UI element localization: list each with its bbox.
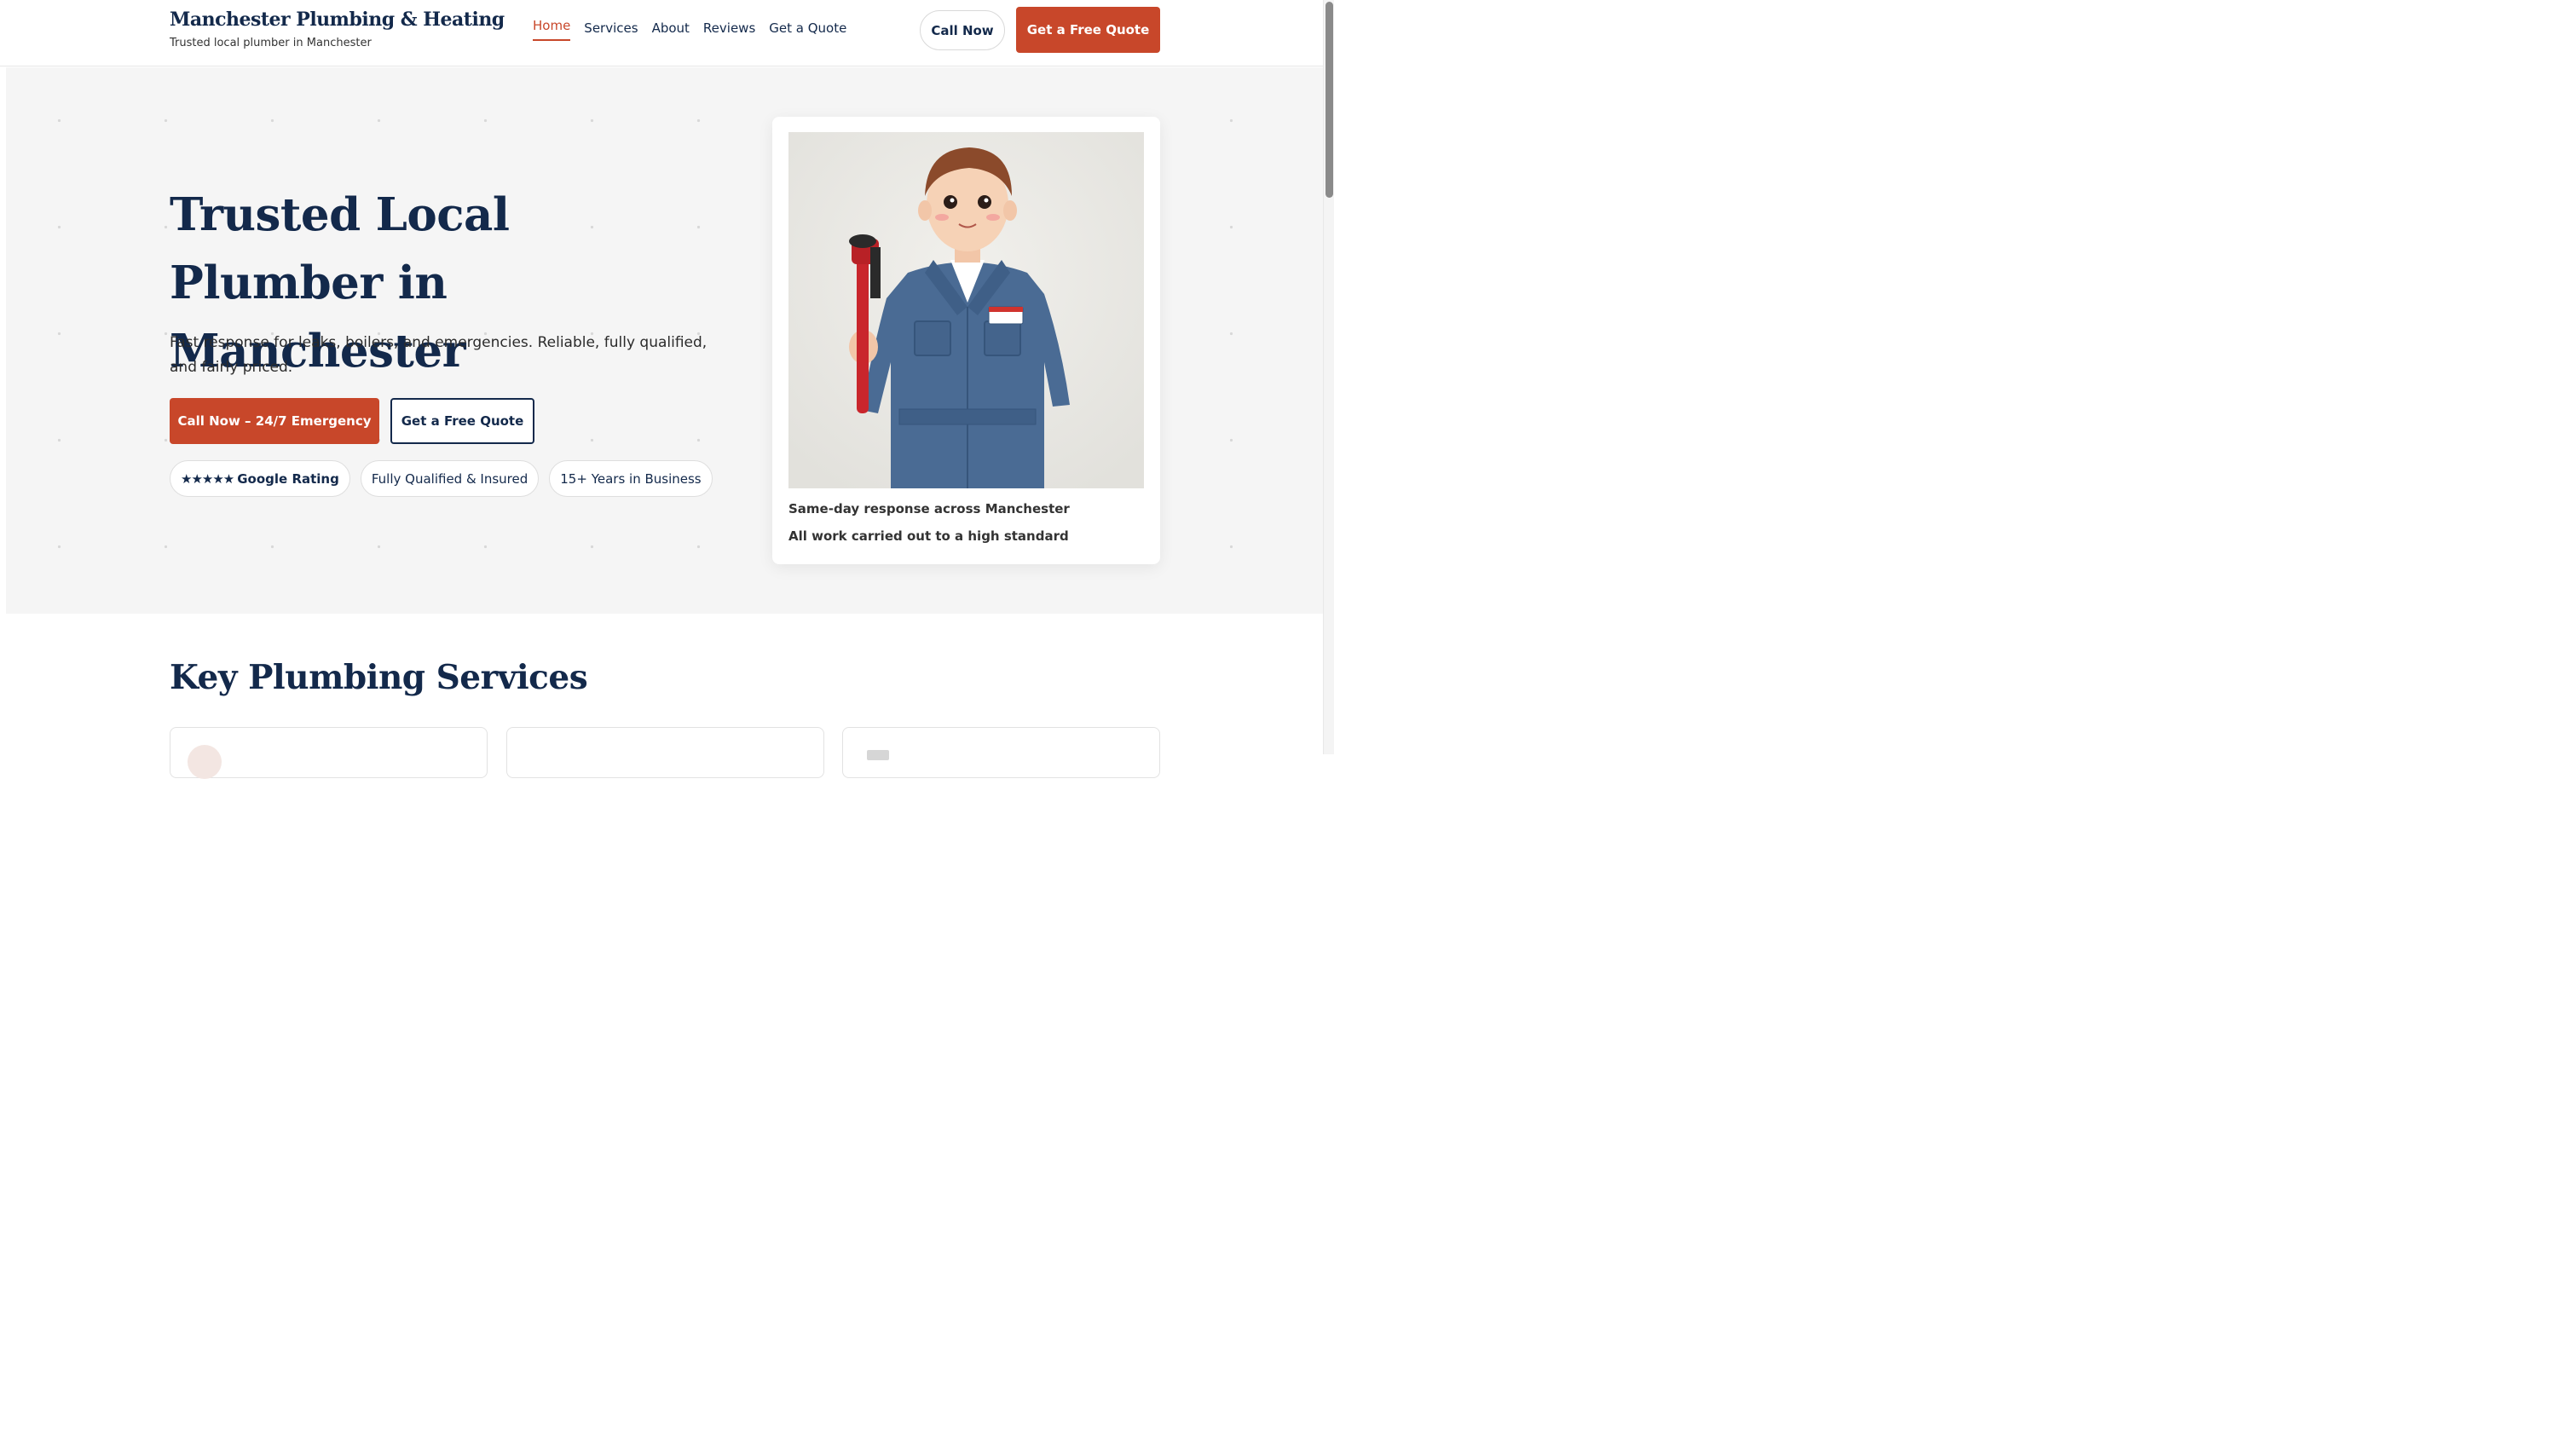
plumber-illustration bbox=[788, 132, 1144, 488]
service-card[interactable] bbox=[506, 727, 824, 778]
site-header: Manchester Plumbing & Heating Trusted lo… bbox=[0, 0, 1323, 66]
nav-get-a-quote[interactable]: Get a Quote bbox=[769, 20, 846, 41]
page-scrollbar[interactable] bbox=[1323, 0, 1334, 754]
scrollbar-thumb[interactable] bbox=[1326, 2, 1333, 198]
service-card[interactable] bbox=[842, 727, 1160, 778]
services-section-title: Key Plumbing Services bbox=[170, 658, 588, 697]
nav-about[interactable]: About bbox=[652, 20, 690, 41]
service-icon bbox=[188, 745, 222, 779]
service-icon bbox=[867, 750, 889, 760]
qualified-badge: Fully Qualified & Insured bbox=[360, 460, 540, 497]
card-caption-standard: All work carried out to a high standard bbox=[788, 528, 1069, 544]
google-rating-badge: ★★★★★ Google Rating bbox=[170, 460, 350, 497]
google-rating-label: Google Rating bbox=[237, 470, 339, 487]
nav-home[interactable]: Home bbox=[533, 18, 571, 41]
brand-name[interactable]: Manchester Plumbing & Heating bbox=[170, 9, 505, 31]
nav-reviews[interactable]: Reviews bbox=[703, 20, 755, 41]
hero-free-quote-button[interactable]: Get a Free Quote bbox=[390, 398, 534, 444]
hero-image-card: Same-day response across Manchester All … bbox=[772, 117, 1160, 564]
hero-subtitle: Fast response for leaks, boilers, and em… bbox=[170, 334, 708, 376]
card-caption-response: Same-day response across Manchester bbox=[788, 501, 1070, 516]
header-free-quote-button[interactable]: Get a Free Quote bbox=[1016, 7, 1160, 53]
trust-badges: ★★★★★ Google Rating Fully Qualified & In… bbox=[170, 460, 713, 497]
brand-tagline: Trusted local plumber in Manchester bbox=[170, 37, 372, 49]
service-card[interactable] bbox=[170, 727, 488, 779]
nav-services[interactable]: Services bbox=[584, 20, 638, 41]
header-call-now-button[interactable]: Call Now bbox=[920, 10, 1005, 50]
main-nav: Home Services About Reviews Get a Quote bbox=[533, 18, 846, 41]
hero-call-now-button[interactable]: Call Now – 24/7 Emergency bbox=[170, 398, 379, 444]
star-rating-icon: ★★★★★ bbox=[181, 470, 234, 487]
years-badge: 15+ Years in Business bbox=[549, 460, 713, 497]
